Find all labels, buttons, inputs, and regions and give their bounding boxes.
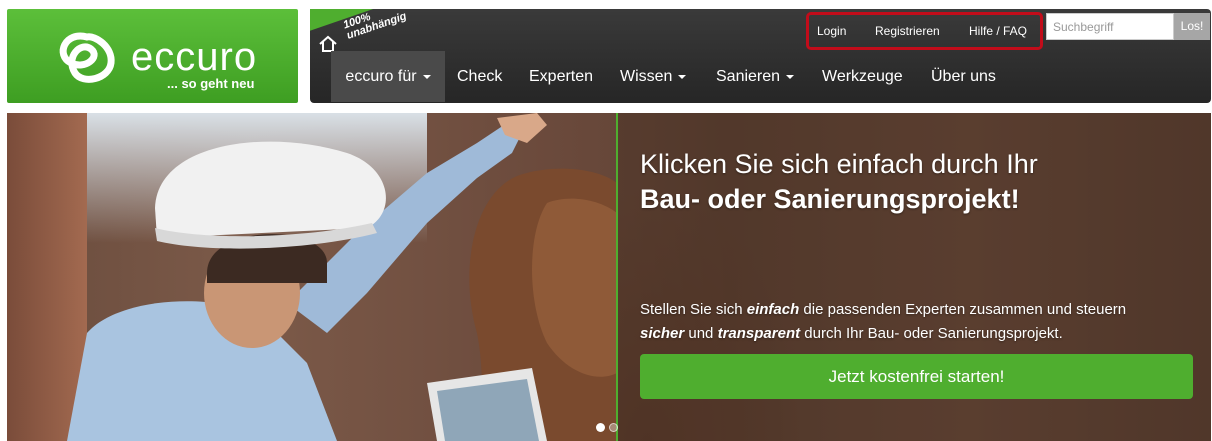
- login-link[interactable]: Login: [817, 25, 846, 37]
- main-navbar: 100% unabhängig Login Registrieren Hilfe…: [310, 9, 1211, 103]
- hero-text-part: durch Ihr Bau- oder Sanierungsprojekt.: [800, 325, 1063, 342]
- hero-text-emphasis: sicher: [640, 325, 685, 342]
- hero-headline-2: Bau- oder Sanierungsprojekt!: [640, 184, 1020, 214]
- nav-sanieren[interactable]: Sanieren: [716, 51, 795, 102]
- nav-experten[interactable]: Experten: [529, 51, 593, 102]
- caret-down-icon: [786, 74, 795, 79]
- nav-eccuro-fuer[interactable]: eccuro für: [331, 51, 445, 102]
- nav-check[interactable]: Check: [457, 51, 502, 102]
- nav-ueber-uns[interactable]: Über uns: [931, 51, 996, 102]
- eccuro-logo[interactable]: eccuro ... so geht neu: [7, 9, 298, 103]
- search-button[interactable]: Los!: [1174, 13, 1210, 40]
- hero-text-emphasis: transparent: [717, 325, 801, 342]
- nav-label: Über uns: [931, 68, 996, 85]
- nav-label: Check: [457, 68, 503, 85]
- nav-label: Wissen: [620, 68, 673, 85]
- carousel-dot[interactable]: [609, 423, 618, 432]
- carousel-dot-active[interactable]: [596, 423, 605, 432]
- nav-label: Sanieren: [716, 68, 781, 85]
- hero-headline-1: Klicken Sie sich einfach durch Ihr: [640, 149, 1038, 179]
- hero-photo-people: [67, 113, 617, 441]
- nav-label: Werkzeuge: [822, 68, 903, 85]
- hero-divider: [616, 113, 618, 441]
- help-faq-link[interactable]: Hilfe / FAQ: [969, 25, 1027, 37]
- nav-label: Experten: [529, 68, 594, 85]
- caret-down-icon: [678, 74, 687, 79]
- carousel-indicators: [596, 419, 622, 437]
- hero-carousel: Klicken Sie sich einfach durch Ihr Bau- …: [7, 113, 1211, 441]
- hero-text-part: und: [684, 325, 718, 342]
- hero-text-emphasis: einfach: [746, 301, 800, 318]
- hero-text-part: Stellen Sie sich: [640, 301, 747, 318]
- register-link[interactable]: Registrieren: [875, 25, 940, 37]
- brand-tagline: ... so geht neu: [167, 76, 255, 91]
- nav-werkzeuge[interactable]: Werkzeuge: [822, 51, 903, 102]
- search-input[interactable]: [1046, 13, 1174, 40]
- eccuro-knot-icon: [59, 32, 115, 83]
- hero-text-part: die passenden Experten zusammen und steu…: [799, 301, 1127, 318]
- brand-name: eccuro: [131, 35, 258, 79]
- hero-description: Stellen Sie sich einfach die passenden E…: [640, 298, 1200, 346]
- nav-label: eccuro für: [345, 68, 417, 85]
- start-free-button[interactable]: Jetzt kostenfrei starten!: [640, 354, 1193, 399]
- caret-down-icon: [422, 74, 431, 79]
- nav-wissen[interactable]: Wissen: [620, 51, 687, 102]
